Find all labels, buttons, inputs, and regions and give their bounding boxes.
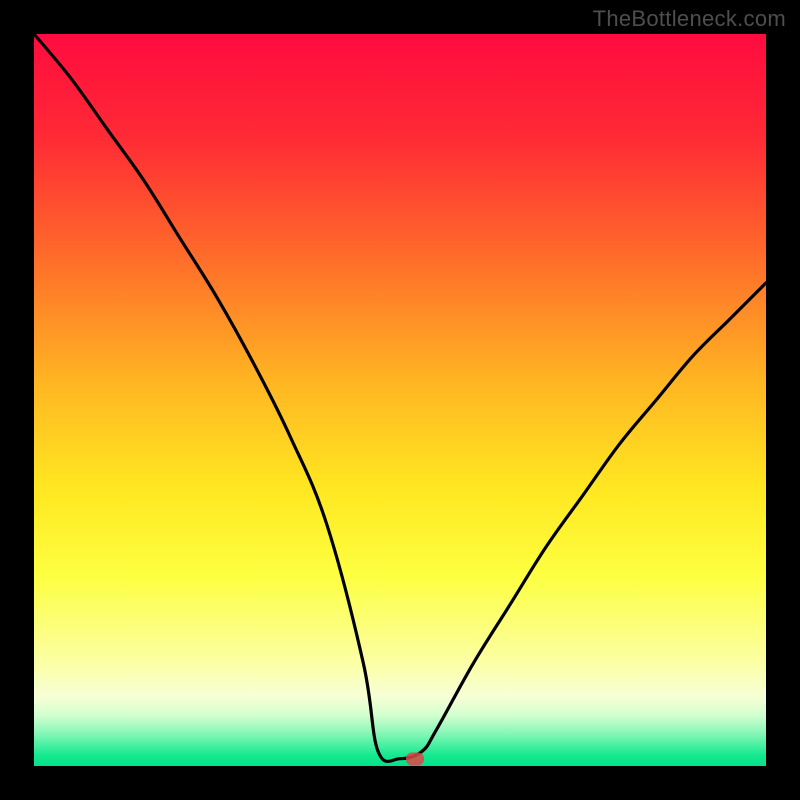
chart-frame: TheBottleneck.com	[0, 0, 800, 800]
optimal-marker	[406, 752, 424, 765]
bottleneck-curve	[34, 34, 766, 766]
plot-area	[34, 34, 766, 766]
watermark-text: TheBottleneck.com	[593, 6, 786, 32]
